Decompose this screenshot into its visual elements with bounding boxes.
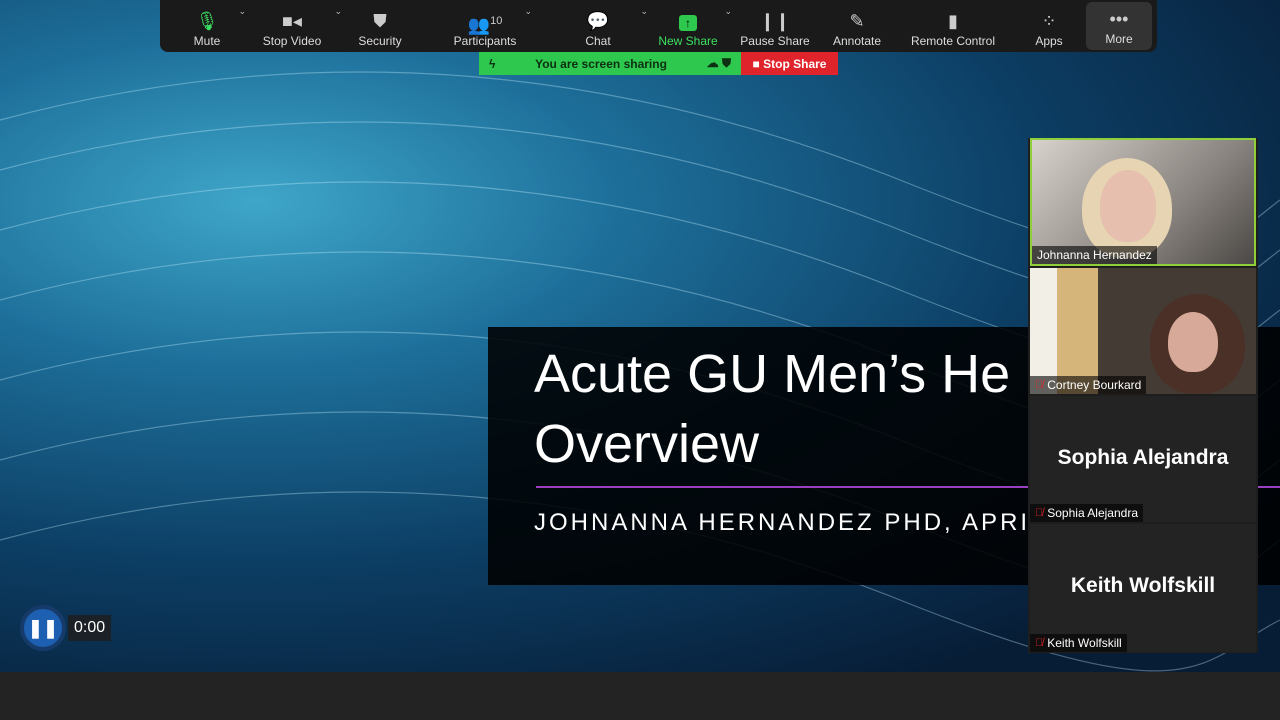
participant-name-label: 🎙̸ Keith Wolfskill <box>1030 634 1127 652</box>
participant-gallery: Johnanna Hernandez 🎙̸ Cortney Bourkard So… <box>1028 138 1258 653</box>
participant-face <box>1168 312 1218 372</box>
label: Participants <box>453 34 517 48</box>
security-button[interactable]: ⛊ Security <box>340 0 420 52</box>
screen-sharing-banner: ϟ You are screen sharing ☁ ⛊ ■ Stop Shar… <box>479 52 838 75</box>
new-share-button[interactable]: ↑ ⌄ New Share <box>646 0 732 52</box>
chat-button[interactable]: 💬 ⌄ Chat <box>550 0 648 52</box>
label: Annotate <box>832 34 882 48</box>
pencil-icon: ✎ <box>849 11 865 31</box>
video-tile[interactable]: Keith Wolfskill 🎙̸ Keith Wolfskill <box>1030 524 1256 652</box>
lightning-icon: ϟ <box>489 56 496 71</box>
mute-button[interactable]: 🎙 ⌄ Mute <box>170 0 246 52</box>
share-arrow-icon: ↑ <box>679 8 697 34</box>
stop-share-button[interactable]: ■ Stop Share <box>741 52 838 75</box>
playback-time: 0:00 <box>68 615 112 641</box>
microphone-icon: 🎙 <box>195 11 219 31</box>
label: Pause Share <box>740 34 810 48</box>
stop-video-button[interactable]: ■◂ ⌄ Stop Video <box>244 0 342 52</box>
slide-subtitle: JOHNANNA HERNANDEZ PHD, APRI <box>534 509 1031 536</box>
stop-icon: ■ <box>752 56 764 71</box>
sharing-status-text: You are screen sharing <box>535 56 667 71</box>
video-tile[interactable]: Johnanna Hernandez <box>1030 138 1256 266</box>
mouse-icon: ▮ <box>948 11 958 31</box>
security-icons: ☁ ⛊ <box>706 56 731 70</box>
participants-button[interactable]: 👥10 ⌄ Participants <box>420 0 550 52</box>
apps-icon: ⁘ <box>1041 11 1057 31</box>
participant-name-label: 🎙̸ Cortney Bourkard <box>1030 376 1147 394</box>
label: Stop Video <box>262 34 322 48</box>
label: Security <box>358 34 402 48</box>
video-tile[interactable]: Sophia Alejandra 🎙̸ Sophia Alejandra <box>1030 396 1256 522</box>
pause-icon: ❙❙ <box>759 11 791 31</box>
participant-count: 10 <box>490 15 503 27</box>
label: Apps <box>1035 34 1063 48</box>
stop-share-label: Stop Share <box>763 56 827 71</box>
remote-control-button[interactable]: ▮ Remote Control <box>894 0 1012 52</box>
muted-mic-icon: 🎙̸ <box>1035 507 1044 519</box>
participant-name-label: Johnanna Hernandez <box>1032 246 1157 264</box>
shield-icon: ⛊ <box>373 11 387 31</box>
pause-share-button[interactable]: ❙❙ Pause Share <box>730 0 820 52</box>
label: More <box>1105 32 1133 46</box>
label: Remote Control <box>910 34 996 48</box>
sharing-status[interactable]: ϟ You are screen sharing ☁ ⛊ <box>479 52 741 75</box>
participants-icon: 👥10 <box>467 15 503 35</box>
slide-title: Acute GU Men’s He Overview <box>534 344 1011 474</box>
media-player: ❚❚ 0:00 <box>20 605 112 651</box>
participant-display-name: Sophia Alejandra <box>1057 446 1229 469</box>
ellipsis-icon: ••• <box>1109 9 1129 29</box>
meeting-toolbar: 🎙 ⌄ Mute ■◂ ⌄ Stop Video ⛊ Security 👥10 ⌄ Parti… <box>160 0 1157 52</box>
apps-button[interactable]: ⁘ Apps <box>1012 0 1086 52</box>
video-camera-icon: ■◂ <box>282 11 302 31</box>
chat-icon: 💬 <box>586 11 610 31</box>
pause-button[interactable]: ❚❚ <box>20 605 66 651</box>
participant-name-label: 🎙̸ Sophia Alejandra <box>1030 504 1143 522</box>
label: New Share <box>658 34 718 48</box>
muted-mic-icon: 🎙̸ <box>1035 379 1044 391</box>
label: Chat <box>585 34 611 48</box>
muted-mic-icon: 🎙̸ <box>1035 637 1044 649</box>
video-tile[interactable]: 🎙̸ Cortney Bourkard <box>1030 268 1256 394</box>
chevron-down-icon[interactable]: ⌄ <box>524 6 532 17</box>
annotate-button[interactable]: ✎ Annotate <box>820 0 894 52</box>
more-button[interactable]: ••• More <box>1086 2 1152 50</box>
participant-display-name: Keith Wolfskill <box>1070 574 1216 597</box>
label: Mute <box>193 34 221 48</box>
participant-face <box>1100 170 1156 242</box>
